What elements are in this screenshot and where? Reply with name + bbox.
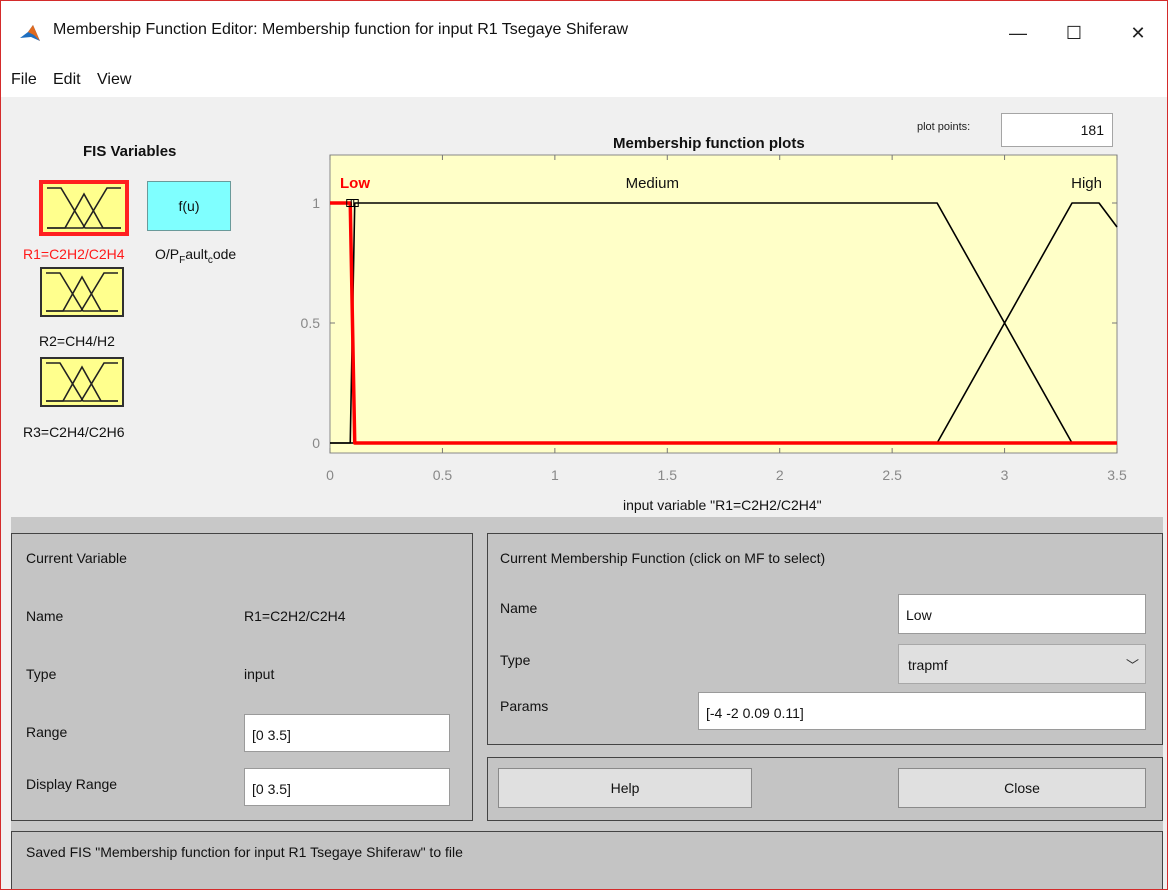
x-tick-label: 3 bbox=[1001, 467, 1009, 483]
maximize-button[interactable]: ☐ bbox=[1051, 13, 1097, 53]
range-label: Range bbox=[26, 724, 68, 740]
var-type-label: Type bbox=[26, 666, 57, 682]
menu-bar: File Edit View bbox=[1, 63, 1167, 97]
menu-file[interactable]: File bbox=[11, 71, 37, 89]
x-tick-label: 2.5 bbox=[882, 467, 902, 483]
mf-editor-window: Membership Function Editor: Membership f… bbox=[0, 0, 1168, 890]
x-axis-label: input variable "R1=C2H2/C2H4" bbox=[623, 497, 822, 513]
button-panel: Help Close bbox=[487, 757, 1163, 821]
y-tick-label: 0.5 bbox=[301, 315, 321, 331]
status-panel: Saved FIS "Membership function for input… bbox=[11, 831, 1163, 889]
work-area: FIS Variables R1=C2H2/C2H4 f(u) O/PFault… bbox=[1, 97, 1167, 517]
mf-type-label: Type bbox=[500, 652, 531, 668]
display-range-input[interactable]: [0 3.5] bbox=[244, 768, 450, 806]
menu-view[interactable]: View bbox=[97, 71, 131, 89]
x-tick-label: 1 bbox=[551, 467, 559, 483]
window-title: Membership Function Editor: Membership f… bbox=[53, 21, 629, 38]
x-tick-label: 0 bbox=[326, 467, 334, 483]
current-variable-panel: Current Variable Name R1=C2H2/C2H4 Type … bbox=[11, 533, 473, 821]
close-window-button[interactable]: ✕ bbox=[1115, 13, 1161, 53]
var-name-label: Name bbox=[26, 608, 64, 624]
mf-label-high: High bbox=[1071, 175, 1102, 192]
plot-area bbox=[329, 154, 1118, 454]
mf-label-low: Low bbox=[340, 175, 370, 192]
display-range-label: Display Range bbox=[26, 776, 118, 792]
help-button[interactable]: Help bbox=[498, 768, 752, 808]
lower-panel: Current Variable Name R1=C2H2/C2H4 Type … bbox=[11, 517, 1163, 889]
matlab-icon bbox=[20, 25, 40, 41]
range-input[interactable]: [0 3.5] bbox=[244, 714, 450, 752]
mf-name-label: Name bbox=[500, 600, 538, 616]
membership-function-plot[interactable]: 0 0.5 1 1.5 2 2.5 3 3.5 0 0.5 1 Low Medium High input … bbox=[1, 97, 1167, 517]
y-tick-label: 1 bbox=[312, 195, 320, 211]
status-message: Saved FIS "Membership function for input… bbox=[26, 844, 463, 860]
var-type-value: input bbox=[244, 666, 275, 682]
mf-type-select[interactable]: trapmf ﹀ bbox=[898, 644, 1146, 684]
current-mf-panel: Current Membership Function (click on MF… bbox=[487, 533, 1163, 745]
minimize-button[interactable]: — bbox=[995, 13, 1041, 53]
var-name-value: R1=C2H2/C2H4 bbox=[244, 608, 346, 624]
x-tick-label: 2 bbox=[776, 467, 784, 483]
current-mf-title: Current Membership Function (click on MF… bbox=[500, 550, 826, 566]
x-tick-label: 3.5 bbox=[1107, 467, 1127, 483]
params-input[interactable]: [-4 -2 0.09 0.11] bbox=[698, 692, 1146, 730]
params-label: Params bbox=[500, 698, 549, 714]
mf-type-value: trapmf bbox=[908, 657, 948, 673]
chevron-down-icon: ﹀ bbox=[1125, 658, 1139, 673]
x-tick-label: 1.5 bbox=[658, 467, 678, 483]
menu-edit[interactable]: Edit bbox=[53, 71, 81, 89]
current-variable-title: Current Variable bbox=[26, 550, 127, 566]
y-tick-label: 0 bbox=[312, 435, 320, 451]
mf-label-medium: Medium bbox=[626, 175, 679, 192]
mf-name-input[interactable]: Low bbox=[898, 594, 1146, 634]
title-bar: Membership Function Editor: Membership f… bbox=[1, 1, 1167, 63]
x-tick-label: 0.5 bbox=[433, 467, 453, 483]
close-button[interactable]: Close bbox=[898, 768, 1146, 808]
